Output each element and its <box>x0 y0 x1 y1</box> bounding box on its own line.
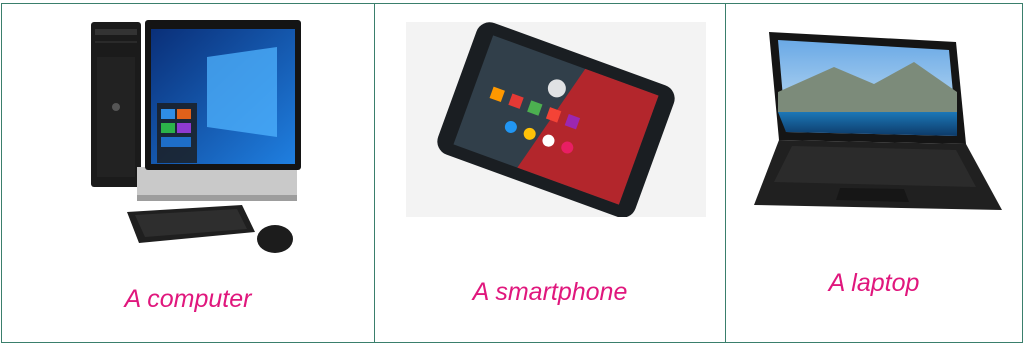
desktop-computer-icon <box>91 20 301 253</box>
cell-computer: A computer <box>2 4 375 342</box>
cell-smartphone: A smartphone <box>375 4 726 342</box>
cell-laptop: A laptop <box>726 4 1022 342</box>
caption-laptop: A laptop <box>828 269 920 297</box>
caption-computer: A computer <box>124 285 252 313</box>
devices-table: A computer A smartphone A laptop <box>1 3 1023 343</box>
laptop-icon <box>754 32 1002 210</box>
smartphone-icon <box>406 22 706 217</box>
caption-smartphone: A smartphone <box>472 278 628 306</box>
